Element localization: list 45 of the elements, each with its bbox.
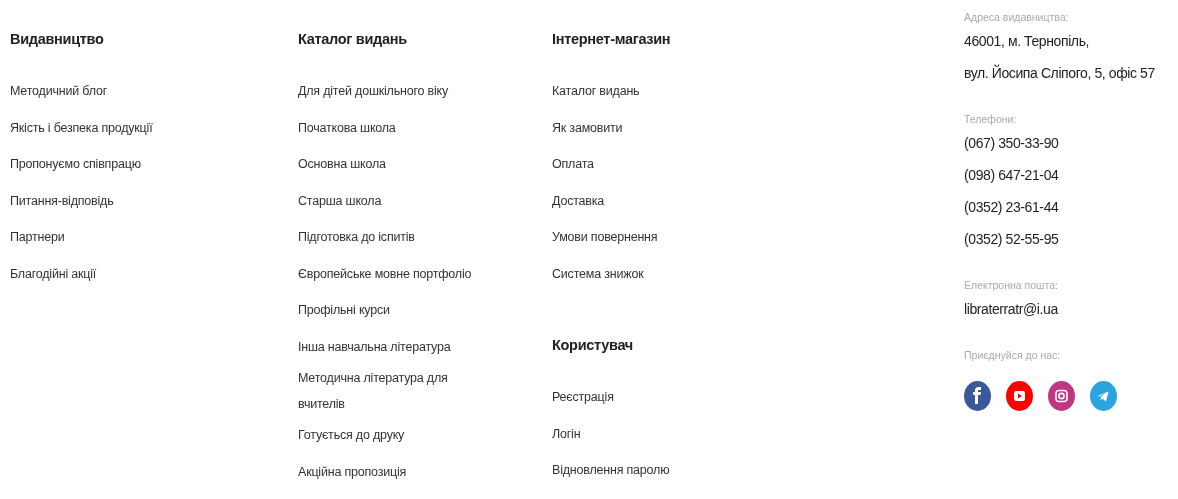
footer-link[interactable]: Інша навчальна література bbox=[298, 328, 451, 365]
column-heading: Видавництво bbox=[10, 30, 105, 49]
footer-link[interactable]: Пропонуємо співпрацю bbox=[10, 146, 141, 183]
contact-text: 46001, м. Тернопіль, bbox=[964, 32, 1090, 51]
footer-link[interactable]: Акційна пропозиція bbox=[298, 453, 407, 490]
contact-label: Електронна пошта: bbox=[964, 278, 1059, 293]
contact-label: Адреса видавництва: bbox=[964, 10, 1070, 25]
contact-text: вул. Йосипа Сліпого, 5, офіс 57 bbox=[964, 63, 1156, 83]
social-label: Приєднуйся до нас: bbox=[964, 348, 1062, 363]
footer-link[interactable]: Профільні курси bbox=[298, 292, 390, 329]
footer-link[interactable]: Каталог видань bbox=[552, 73, 640, 110]
footer-link[interactable]: Партнери bbox=[10, 219, 65, 256]
footer-link[interactable]: Доставка bbox=[552, 182, 605, 219]
footer-link[interactable]: Для дітей дошкільного віку bbox=[298, 73, 449, 110]
f-logo-icon[interactable] bbox=[964, 381, 991, 411]
contact-text: (098) 647-21-04 bbox=[964, 166, 1060, 185]
footer-link[interactable]: Питання-відповідь bbox=[10, 182, 114, 219]
column-heading: Каталог видань bbox=[298, 30, 408, 49]
footer-link[interactable]: Готується до друку bbox=[298, 417, 405, 454]
footer-link[interactable]: Початкова школа bbox=[298, 109, 396, 146]
footer-link[interactable]: Основна школа bbox=[298, 146, 386, 183]
column-heading: Інтернет-магазин bbox=[552, 30, 672, 49]
footer-link[interactable]: Якість і безпека продукції bbox=[10, 109, 153, 146]
footer-link[interactable]: Відновлення паролю bbox=[552, 452, 670, 489]
footer-link[interactable]: Методична література для вчителів bbox=[298, 365, 468, 417]
play-button-icon[interactable] bbox=[1006, 381, 1033, 411]
camera-icon[interactable] bbox=[1048, 381, 1075, 411]
footer-link[interactable]: Благодійні акції bbox=[10, 255, 97, 292]
column-heading: Користувач bbox=[552, 336, 634, 355]
contact-text: (0352) 23-61-44 bbox=[964, 198, 1060, 217]
footer-link[interactable]: Система знижок bbox=[552, 255, 644, 292]
contact-label: Телефони: bbox=[964, 112, 1018, 127]
footer-link[interactable]: Підготовка до іспитів bbox=[298, 219, 415, 256]
footer-link[interactable]: Європейське мовне портфоліо bbox=[298, 255, 472, 292]
contact-text: (067) 350-33-90 bbox=[964, 134, 1060, 153]
footer-link[interactable]: Як замовити bbox=[552, 109, 623, 146]
contact-text: (0352) 52-55-95 bbox=[964, 230, 1060, 249]
footer-link[interactable]: Логін bbox=[552, 415, 581, 452]
footer-link[interactable]: Реєстрація bbox=[552, 379, 614, 416]
paper-plane-icon[interactable] bbox=[1090, 381, 1117, 411]
footer-link[interactable]: Умови повернення bbox=[552, 219, 658, 256]
footer-link[interactable]: Оплата bbox=[552, 146, 594, 183]
contact-text: libraterratr@i.ua bbox=[964, 300, 1060, 319]
footer-link[interactable]: Методичний блог bbox=[10, 73, 108, 110]
footer-link[interactable]: Старша школа bbox=[298, 182, 382, 219]
